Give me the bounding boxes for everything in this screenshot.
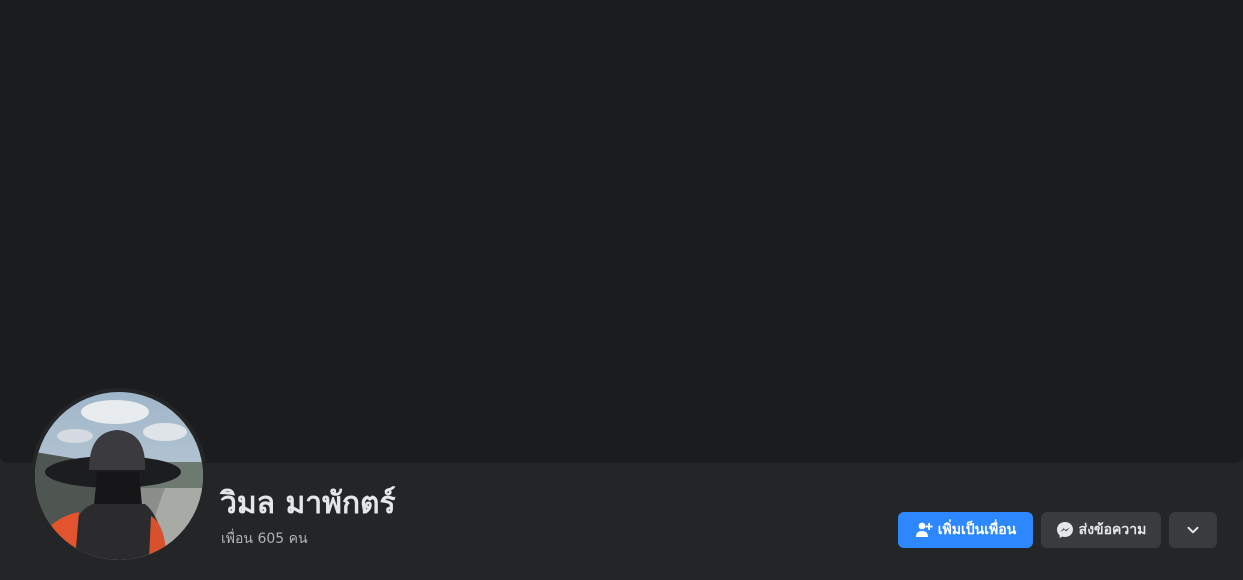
send-message-button[interactable]: ส่งข้อความ: [1041, 512, 1161, 548]
profile-page: วิมล มาพักตร์ เพื่อน 605 คน เพิ่มเป็นเพื…: [0, 0, 1243, 580]
messenger-icon: [1056, 521, 1074, 539]
more-options-button[interactable]: [1169, 512, 1217, 548]
chevron-down-icon: [1184, 521, 1202, 539]
avatar-image: [35, 392, 203, 560]
profile-name: วิมล มาพักตร์: [220, 486, 396, 521]
add-friend-label: เพิ่มเป็นเพื่อน: [937, 522, 1017, 538]
add-friend-button[interactable]: เพิ่มเป็นเพื่อน: [898, 512, 1033, 548]
send-message-label: ส่งข้อความ: [1078, 522, 1147, 538]
add-friend-icon: [915, 521, 933, 539]
cover-photo[interactable]: [0, 0, 1243, 463]
profile-avatar[interactable]: [35, 392, 203, 560]
friends-count[interactable]: เพื่อน 605 คน: [221, 529, 308, 549]
